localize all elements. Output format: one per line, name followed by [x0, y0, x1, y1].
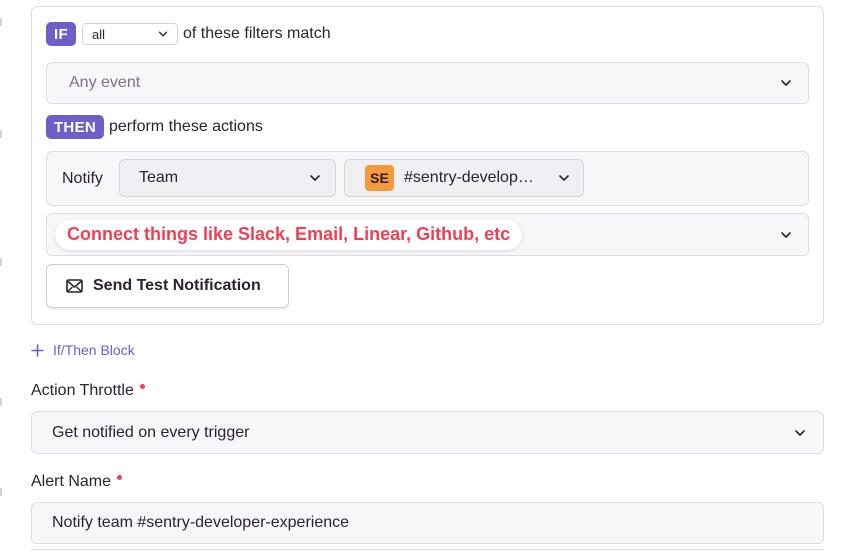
- add-action-select[interactable]: Connect things like Slack, Email, Linear…: [46, 213, 809, 256]
- plus-icon: [31, 343, 44, 357]
- connect-hint: Connect things like Slack, Email, Linear…: [55, 219, 523, 250]
- chevron-down-icon: [781, 231, 791, 238]
- notify-action: Notify Team SE #sentry-develop…: [46, 151, 809, 206]
- then-row: THEN perform these actions: [46, 115, 263, 139]
- action-throttle-label-text: Action Throttle: [31, 382, 134, 399]
- target-type-value: Team: [139, 169, 179, 186]
- alert-name-label-text: Alert Name: [31, 473, 112, 490]
- team-avatar: SE: [365, 165, 394, 191]
- then-text: perform these actions: [109, 118, 263, 135]
- alert-name-label: Alert Name: [31, 473, 123, 491]
- filter-match-value: all: [92, 26, 106, 42]
- event-select-placeholder: Any event: [69, 74, 141, 91]
- target-type-select[interactable]: Team: [119, 159, 336, 197]
- action-throttle-select[interactable]: Get notified on every trigger: [31, 411, 824, 454]
- chevron-down-icon: [559, 175, 569, 181]
- team-channel-value: #sentry-develop…: [404, 169, 534, 186]
- chevron-down-icon: [310, 175, 320, 181]
- mail-icon: [66, 279, 83, 293]
- team-channel-select[interactable]: SE #sentry-develop…: [344, 159, 584, 197]
- if-row: IF all of these filters match: [46, 21, 331, 47]
- if-then-block: IF all of these filters match Any event …: [31, 6, 824, 325]
- action-throttle-label: Action Throttle: [31, 382, 145, 400]
- divider: [31, 549, 824, 550]
- filter-match-select[interactable]: all: [82, 23, 178, 45]
- event-select[interactable]: Any event: [46, 62, 809, 104]
- chevron-down-icon: [781, 80, 791, 86]
- send-test-notification-button[interactable]: Send Test Notification: [46, 264, 289, 308]
- send-test-notification-label: Send Test Notification: [93, 277, 261, 294]
- notify-label: Notify: [62, 170, 103, 187]
- add-if-then-block-button[interactable]: If/Then Block: [31, 340, 135, 360]
- alert-name-value: Notify team #sentry-developer-experience: [52, 514, 350, 531]
- required-indicator: [139, 384, 145, 389]
- filter-match-text: of these filters match: [183, 25, 331, 42]
- chevron-down-icon: [795, 429, 805, 436]
- then-badge: THEN: [46, 115, 104, 139]
- required-indicator: [117, 475, 123, 480]
- if-badge: IF: [46, 22, 76, 46]
- add-if-then-block-label: If/Then Block: [53, 342, 135, 358]
- left-edge-rule: [0, 0, 3, 556]
- action-throttle-value: Get notified on every trigger: [52, 423, 250, 441]
- alert-name-input[interactable]: Notify team #sentry-developer-experience: [31, 502, 824, 544]
- chevron-down-icon: [158, 31, 168, 37]
